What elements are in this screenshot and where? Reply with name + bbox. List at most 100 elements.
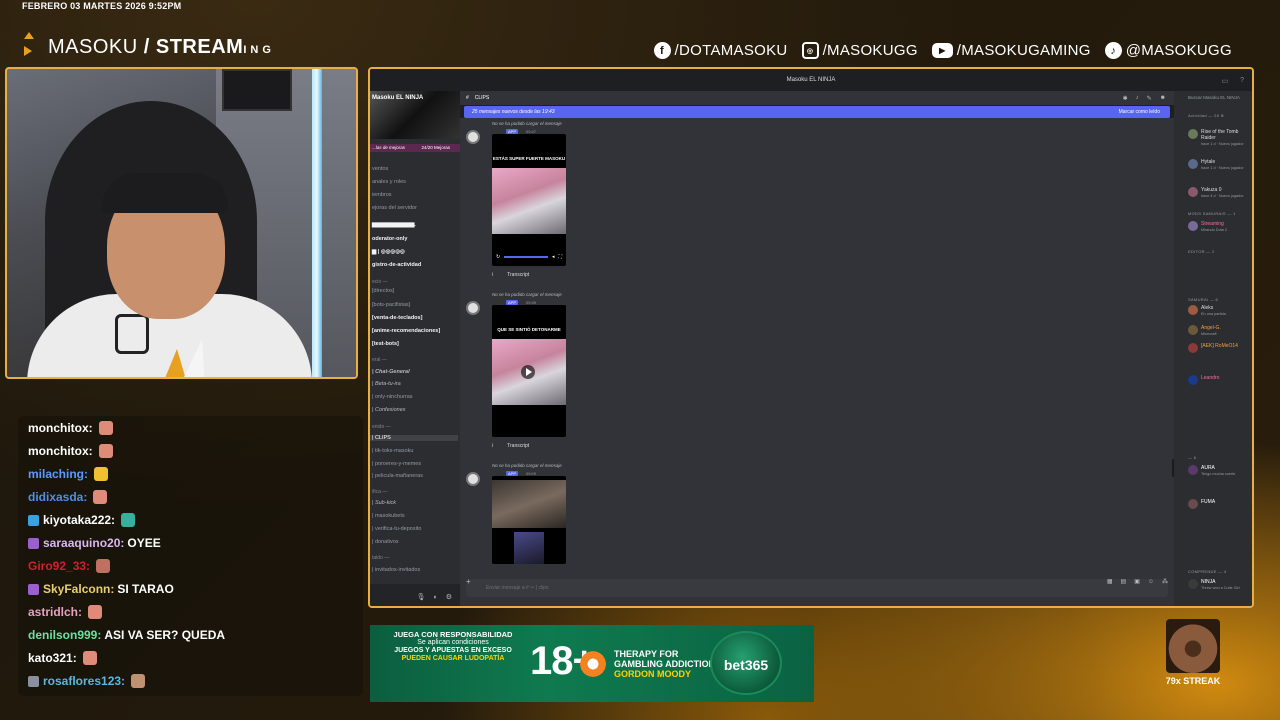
user-avatar[interactable] [466,472,480,486]
channel-item[interactable]: anales y roles [372,179,406,185]
channel-category[interactable]: eral — [372,357,387,363]
chat-username[interactable]: milaching: [28,467,88,481]
inbox-icon[interactable]: ▭ [1221,77,1228,85]
channel-item[interactable]: ▆▆▆▆▆▆▆▆▆▆. [372,222,416,228]
notification-bell-icon[interactable]: ♪ [1136,95,1139,102]
threads-icon[interactable]: ✱ [1123,95,1128,102]
server-name[interactable]: Masoku EL NINJA [372,95,423,101]
channel-item[interactable]: | masokubets [372,513,405,519]
member-item[interactable]: Angel-G. Minecraft [1188,325,1221,337]
sticker-icon[interactable]: ▣ [1134,573,1140,591]
channel-item[interactable]: | only-ninchurras [372,394,413,400]
info-icon[interactable]: i [492,272,493,278]
mark-read-button[interactable]: Marcar como leído [1119,106,1160,118]
member-item[interactable]: Leandro [1188,375,1219,385]
channel-category[interactable]: ifica — [372,489,387,495]
chat-username[interactable]: Giro92_33: [28,559,90,573]
channel-item[interactable]: [directos] [372,288,394,294]
channel-item[interactable]: | poroeres-y-memes [372,461,421,467]
user-avatar[interactable] [466,130,480,144]
member-item[interactable]: Yakuza 0 hace 4 d · Nuevo jugador [1188,187,1244,199]
gift-icon[interactable]: ▦ [1107,573,1113,591]
member-item[interactable]: Aleks En una partida [1188,305,1226,317]
boost-bar[interactable]: ...las de mejoras 24/20 Mejoras [370,144,460,152]
channel-item[interactable]: | tik-toks-masoku [372,448,413,454]
channel-item[interactable]: | pelicula-mañaneras [372,473,423,479]
member-item[interactable]: Streaming Mirando Dota 2 [1188,221,1227,233]
channel-category[interactable]: ecio — [372,279,388,285]
headphones-icon[interactable]: ◐ [433,594,437,601]
transcript-button[interactable]: Transcript [507,443,529,449]
volume-icon[interactable]: ◂ [552,254,555,260]
help-icon[interactable]: ? [1240,77,1244,85]
chat-username[interactable]: didixasda: [28,490,87,504]
member-item[interactable]: NINJA Threw won a Cutie Girl [1188,579,1240,591]
member-item[interactable]: FUMA [1188,499,1215,509]
channel-item[interactable]: | Sub-kick [372,500,396,506]
attach-plus-icon[interactable]: + [466,577,471,587]
chat-username[interactable]: kato321: [28,651,77,665]
video-embed[interactable]: ESTÁS SUPER FUERTE MASOKU ↻ ◂ ⛶ [492,134,566,266]
info-icon[interactable]: i [492,443,493,449]
mic-icon[interactable]: 🎙 [417,593,426,601]
replay-icon[interactable]: ↻ [496,254,500,260]
chat-username[interactable]: astridlch: [28,605,82,619]
reply-preview[interactable]: No se ha podido cargar el mensaje [492,121,562,126]
channel-item[interactable]: | verifica-tu-deposito [372,526,421,532]
channel-item[interactable]: | Confesiones [372,407,406,413]
member-search-input[interactable]: Buscar Masoku EL NINJA [1188,95,1240,100]
channel-item[interactable]: iembros [372,192,392,198]
channel-item[interactable]: [test-bots] [372,341,399,347]
social-link[interactable]: ◎/MASOKUGG [801,42,918,59]
channel-item[interactable]: | Beta-tu-ira [372,381,401,387]
chat-emote-icon [131,674,146,688]
chat-username[interactable]: rosaflores123: [43,674,125,688]
transcript-button[interactable]: Transcript [507,272,529,278]
play-icon[interactable] [521,365,535,379]
chat-username[interactable]: denilson999: [28,628,101,642]
reply-preview[interactable]: No se ha podido cargar el mensaje [492,463,562,468]
channel-item[interactable]: gistro-de-actividad [372,262,421,268]
pin-icon[interactable]: ✎ [1147,95,1152,102]
member-item[interactable]: AURA Tengo mucha suerte [1188,465,1235,477]
channel-category[interactable]: enido — [372,424,391,430]
channel-item[interactable]: ejoras del servidor [372,205,417,211]
social-link[interactable]: f/DOTAMASOKU [653,42,788,59]
social-link[interactable]: ▶/MASOKUGAMING [931,42,1091,59]
video-embed[interactable] [492,476,566,564]
member-list-icon[interactable]: ☻ [1160,95,1166,102]
channel-item[interactable]: | invitados-invitados [372,567,420,573]
member-item[interactable]: Hytale hace 1 d · Nuevo jugador [1188,159,1244,171]
chat-username[interactable]: kiyotaka222: [43,513,115,527]
chat-username[interactable]: saraaquino20: [43,536,124,550]
channel-item[interactable]: | donativos [372,539,399,545]
apps-icon[interactable]: ⁂ [1162,573,1168,591]
user-avatar[interactable] [466,301,480,315]
settings-gear-icon[interactable]: ⚙ [446,593,452,601]
member-item[interactable]: [AEK] RoMeO14 [1188,343,1238,353]
channel-item[interactable]: ▆ | ◎◎◎◎◎ [372,249,405,255]
reply-preview[interactable]: No se ha podido cargar el mensaje [492,292,562,297]
channel-item[interactable]: | Chat-General [372,369,410,375]
emoji-icon[interactable]: ☺ [1148,573,1154,591]
channel-item[interactable]: oderator-only [372,236,407,242]
channel-item[interactable]: [anime-recomendaciones] [372,328,440,334]
chat-username[interactable]: SkyFalconn: [43,582,114,596]
chat-message: saraaquino20: OYEE [28,534,161,552]
message-input[interactable]: Enviar mensaje a # ✂ | clips [466,579,1168,597]
social-link[interactable]: ♪ @MASOKUGG [1104,42,1232,59]
fullscreen-icon[interactable]: ⛶ [558,254,562,260]
new-messages-bar[interactable]: 25 mensajes nuevos desde las 19:43 Marcar… [464,106,1170,118]
gif-icon[interactable]: ▤ [1121,573,1127,591]
channel-item[interactable]: [bots-pacifistas] [372,302,410,308]
video-embed[interactable]: QUE SE SINTIÓ DETONARME [492,305,566,437]
chat-username[interactable]: monchitox: [28,444,93,458]
chat-username[interactable]: monchitox: [28,421,93,435]
channel-item[interactable]: [venta-de-teclados] [372,315,422,321]
channel-item[interactable]: ventos [372,166,388,172]
member-item[interactable]: Rise of the Tomb Raider hace 1 d · Nuevo … [1188,129,1252,147]
video-progress[interactable] [504,256,548,258]
channel-item[interactable]: | CLIPS [370,435,458,441]
channel-category[interactable]: taido — [372,555,389,561]
video-controls[interactable]: ↻ ◂ ⛶ [496,254,562,260]
